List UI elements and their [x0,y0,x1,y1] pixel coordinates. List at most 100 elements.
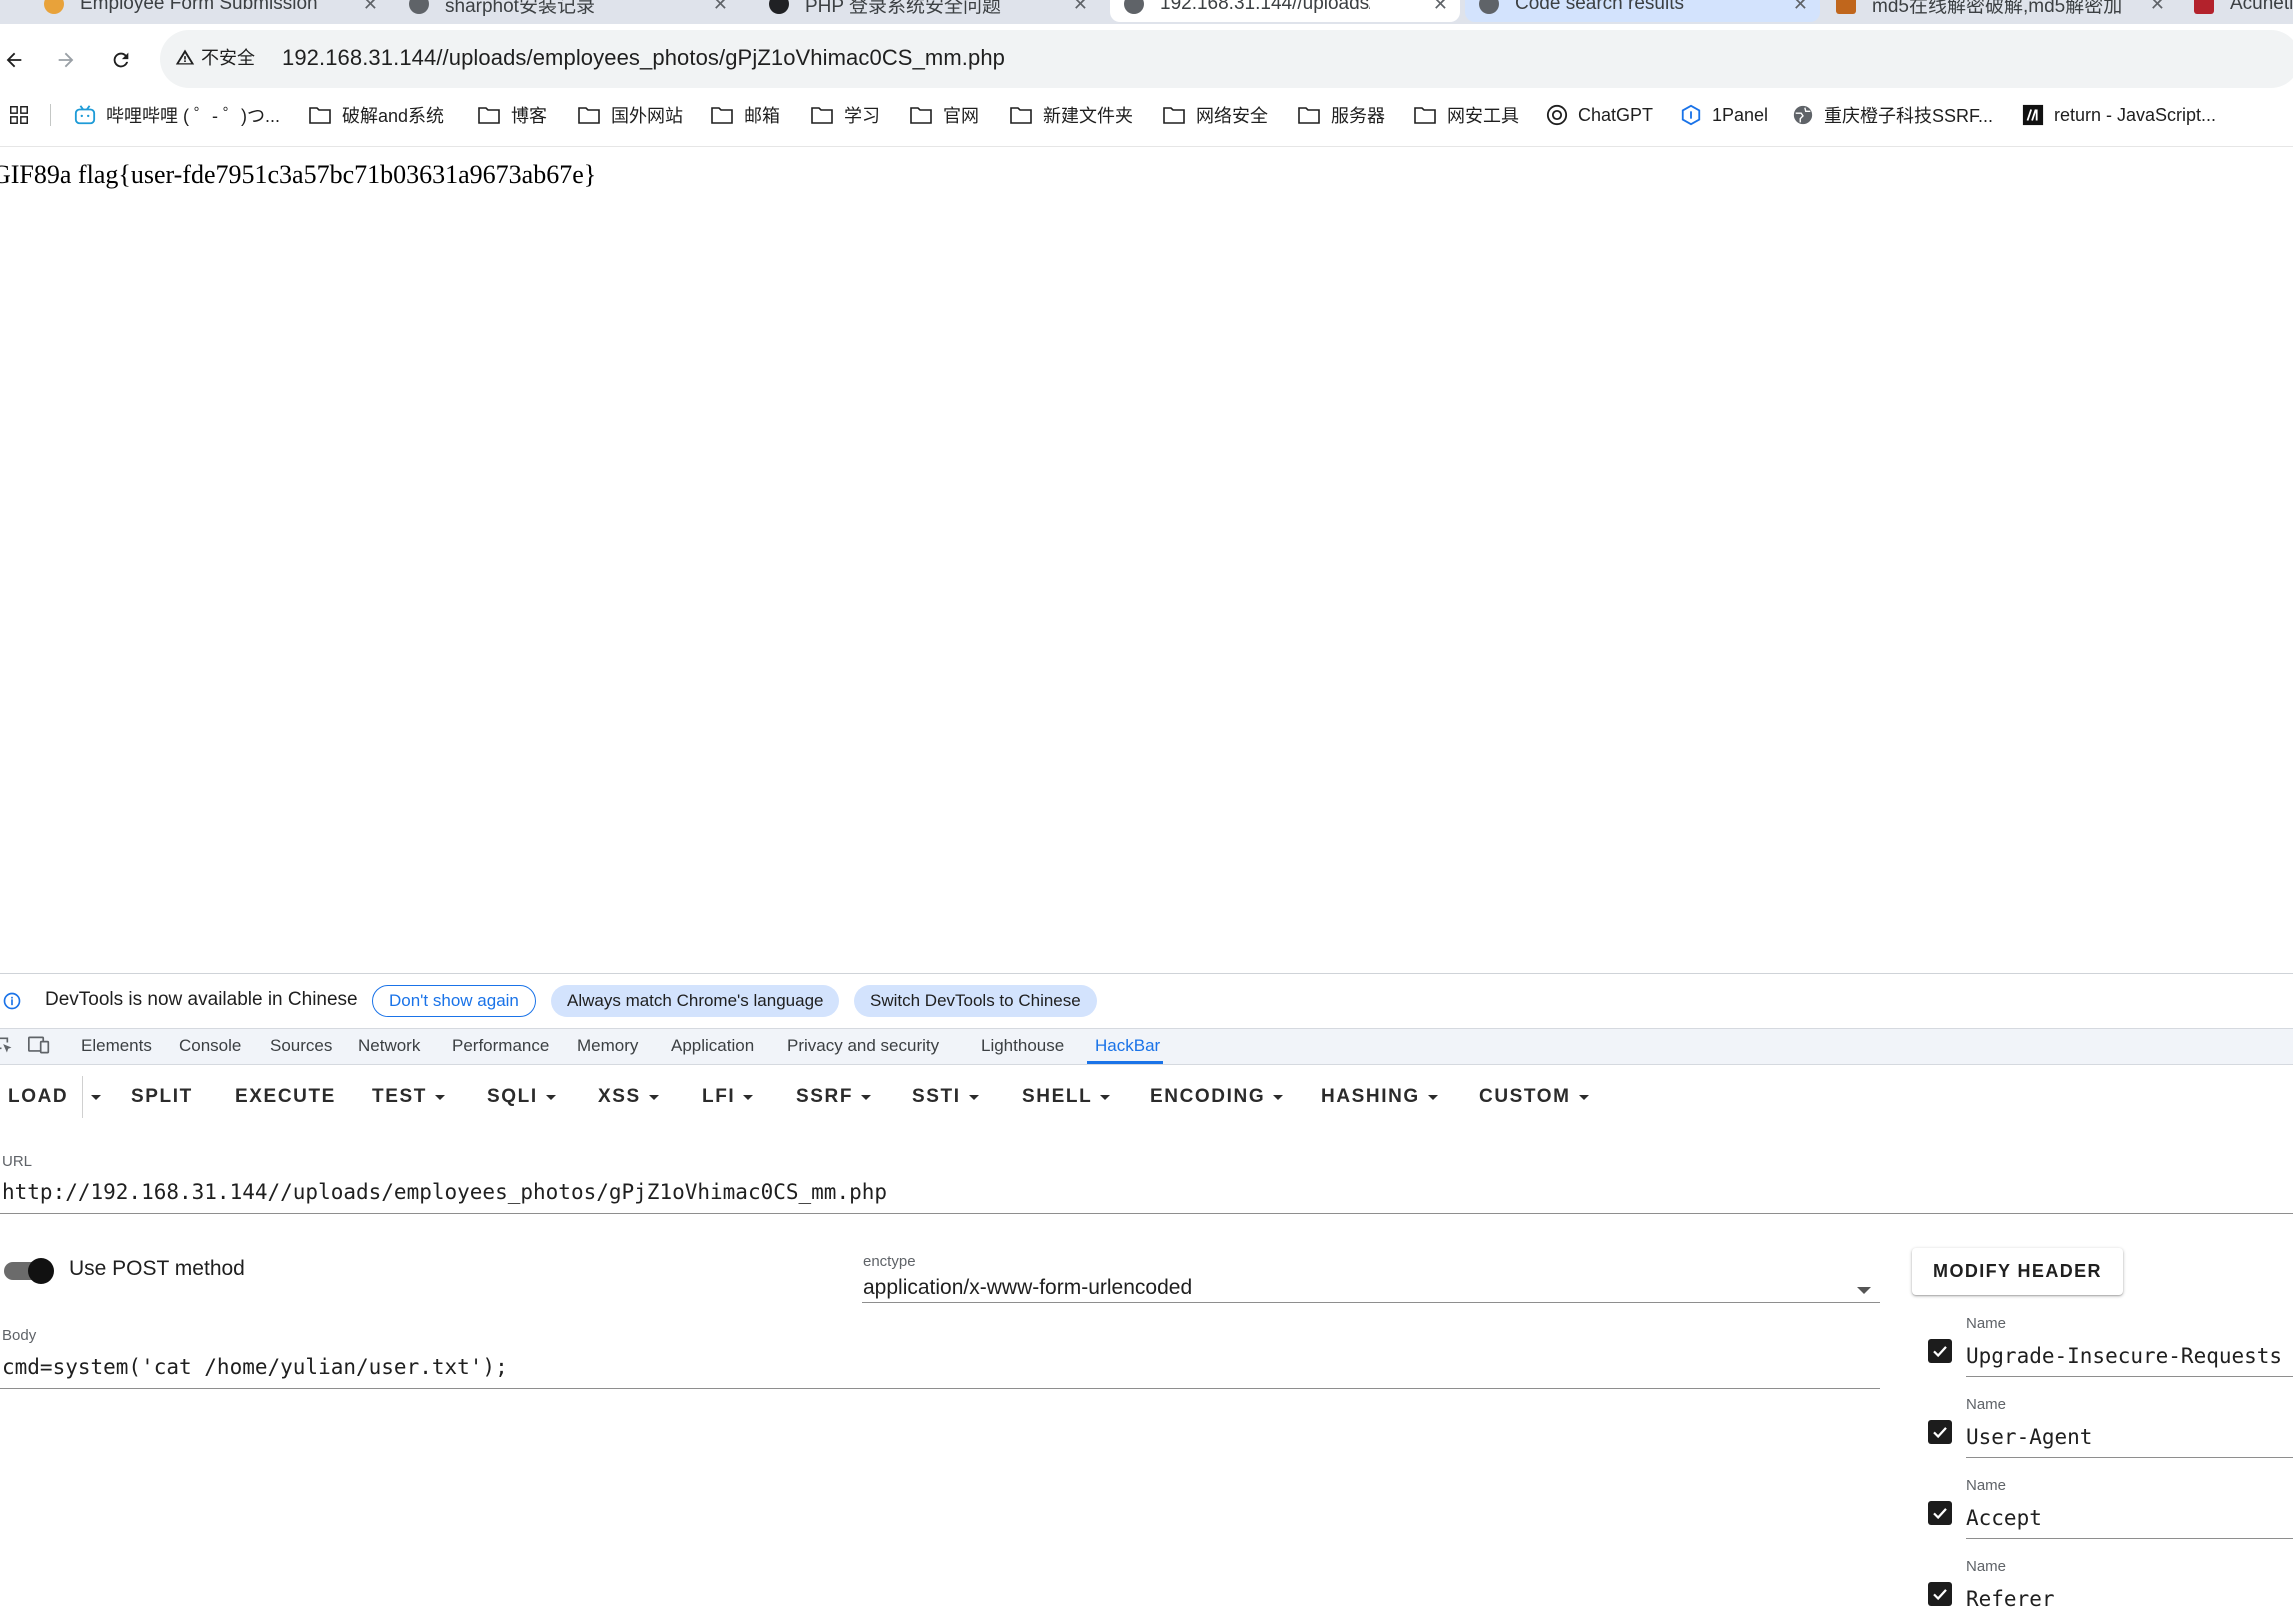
tab-md5[interactable]: md5在线解密破解,md5解密加 ✕ [1822,0,2177,22]
hashing-label: HASHING [1321,1086,1420,1107]
close-tab-icon[interactable]: ✕ [1073,0,1088,15]
url-input[interactable]: http://192.168.31.144//uploads/employees… [2,1180,887,1204]
bookmark-folder[interactable]: 破解and系统 [308,102,444,128]
bookmark-mdn[interactable]: return - JavaScript... [2022,102,2216,128]
encoding-menu-button[interactable]: ENCODING [1150,1084,1284,1110]
tab-hackbar[interactable]: HackBar [1095,1036,1160,1056]
bookmark-folder[interactable]: 邮箱 [710,102,780,128]
bookmark-chatgpt[interactable]: ChatGPT [1546,102,1653,128]
ssrf-menu-button[interactable]: SSRF [796,1084,872,1110]
tab-sharphot[interactable]: sharphot安装记录 ✕ [395,0,740,22]
header-name-label: Name [1966,1396,2007,1413]
enctype-select[interactable]: application/x-www-form-urlencoded [863,1276,1192,1300]
reload-button[interactable] [103,42,139,78]
load-button[interactable]: LOAD [8,1084,68,1110]
apps-button[interactable] [8,102,40,128]
ssti-menu-button[interactable]: SSTI [912,1084,979,1110]
tab-lighthouse[interactable]: Lighthouse [981,1036,1064,1056]
body-input[interactable]: cmd=system('cat /home/yulian/user.txt'); [2,1355,508,1379]
close-tab-icon[interactable]: ✕ [1433,0,1448,15]
info-icon [3,992,21,1010]
tab-acunetix[interactable]: Acunetix [2180,0,2293,22]
tab-elements[interactable]: Elements [81,1036,152,1056]
close-tab-icon[interactable]: ✕ [363,0,378,15]
load-dropdown-button[interactable] [91,1084,101,1110]
lfi-menu-button[interactable]: LFI [702,1084,754,1110]
dont-show-again-button[interactable]: Don't show again [372,985,536,1017]
header-checkbox[interactable] [1928,1339,1952,1363]
folder-icon [309,107,331,124]
tab-console[interactable]: Console [179,1036,241,1056]
close-tab-icon[interactable]: ✕ [2150,0,2165,15]
hashing-menu-button[interactable]: HASHING [1321,1084,1438,1110]
tab-title: Employee Form Submission [80,0,318,14]
bookmark-label: 邮箱 [744,106,780,126]
header-name-underline [1966,1538,2293,1539]
enctype-underline [862,1302,1880,1303]
use-post-toggle[interactable] [4,1258,54,1284]
xss-menu-button[interactable]: XSS [598,1084,659,1110]
bookmark-label: return - JavaScript... [2054,104,2217,125]
header-name-input[interactable]: Referer [1966,1587,2055,1611]
header-name-input[interactable]: User-Agent [1966,1425,2092,1449]
bookmark-label: 1Panel [1712,104,1769,125]
toggle-knob [28,1258,54,1284]
device-toolbar-icon[interactable] [28,1035,50,1055]
bookmark-folder[interactable]: 网安工具 [1413,102,1519,128]
execute-button[interactable]: EXECUTE [235,1084,336,1110]
tab-sources[interactable]: Sources [270,1036,332,1056]
header-name-input[interactable]: Upgrade-Insecure-Requests [1966,1344,2282,1368]
bookmark-folder[interactable]: 网络安全 [1162,102,1268,128]
custom-menu-button[interactable]: CUSTOM [1479,1084,1589,1110]
url-text[interactable]: 192.168.31.144//uploads/employees_photos… [282,45,1005,71]
tab-title: Acunetix [2230,0,2293,14]
close-tab-icon[interactable]: ✕ [1793,0,1808,15]
tab-code-search[interactable]: Code search results ✕ [1465,0,1820,22]
tab-employee-form[interactable]: Employee Form Submission ✕ [30,0,390,22]
tab-performance[interactable]: Performance [452,1036,549,1056]
switch-devtools-chinese-button[interactable]: Switch DevTools to Chinese [854,985,1097,1017]
tab-active-uploads[interactable]: 192.168.31.144//uploads/em ✕ [1110,0,1460,22]
header-checkbox[interactable] [1928,1501,1952,1525]
tab-application[interactable]: Application [671,1036,754,1056]
sqli-menu-button[interactable]: SQLI [487,1084,556,1110]
split-button[interactable]: SPLIT [131,1084,193,1110]
bookmark-folder[interactable]: 新建文件夹 [1009,102,1133,128]
always-match-language-button[interactable]: Always match Chrome's language [551,985,840,1017]
inspect-element-icon[interactable] [0,1035,14,1055]
bookmark-label: 破解and系统 [342,106,445,126]
tab-privacy-security[interactable]: Privacy and security [787,1036,939,1056]
bookmark-label: 官网 [943,106,979,126]
bookmark-bilibili[interactable]: 哔哩哔哩 ( ゜- ゜)つ... [74,102,280,128]
bookmark-folder[interactable]: 服务器 [1297,102,1385,128]
close-tab-icon[interactable]: ✕ [713,0,728,15]
chevron-down-icon[interactable] [1857,1287,1871,1294]
reload-icon [113,52,129,68]
test-menu-button[interactable]: TEST [372,1084,445,1110]
load-label: LOAD [8,1086,69,1107]
tab-favicon-icon [44,0,64,14]
chevron-down-icon [434,1094,445,1100]
shell-menu-button[interactable]: SHELL [1022,1084,1111,1110]
checkmark-icon [1933,1346,1947,1358]
security-indicator[interactable]: 不安全 [175,44,255,70]
globe-icon [1793,105,1813,125]
modify-header-button[interactable]: MODIFY HEADER [1912,1248,2123,1295]
bookmark-ssrf[interactable]: 重庆橙子科技SSRF... [1792,102,1993,128]
tab-php-login[interactable]: PHP 登录系统安全问题 ✕ [755,0,1100,22]
forward-button[interactable] [48,42,84,78]
tab-memory[interactable]: Memory [577,1036,638,1056]
bilibili-icon [74,105,96,125]
header-checkbox[interactable] [1928,1420,1952,1444]
tab-network[interactable]: Network [358,1036,420,1056]
bookmark-folder[interactable]: 博客 [477,102,547,128]
execute-label: EXECUTE [235,1086,336,1107]
header-checkbox[interactable] [1928,1582,1952,1606]
back-button[interactable] [0,42,32,78]
bookmark-folder[interactable]: 学习 [810,102,880,128]
bookmark-1panel[interactable]: 1Panel [1680,102,1768,128]
bookmark-folder[interactable]: 国外网站 [577,102,683,128]
bookmark-folder[interactable]: 官网 [909,102,979,128]
header-name-input[interactable]: Accept [1966,1506,2042,1530]
bookmark-label: 服务器 [1331,106,1385,126]
